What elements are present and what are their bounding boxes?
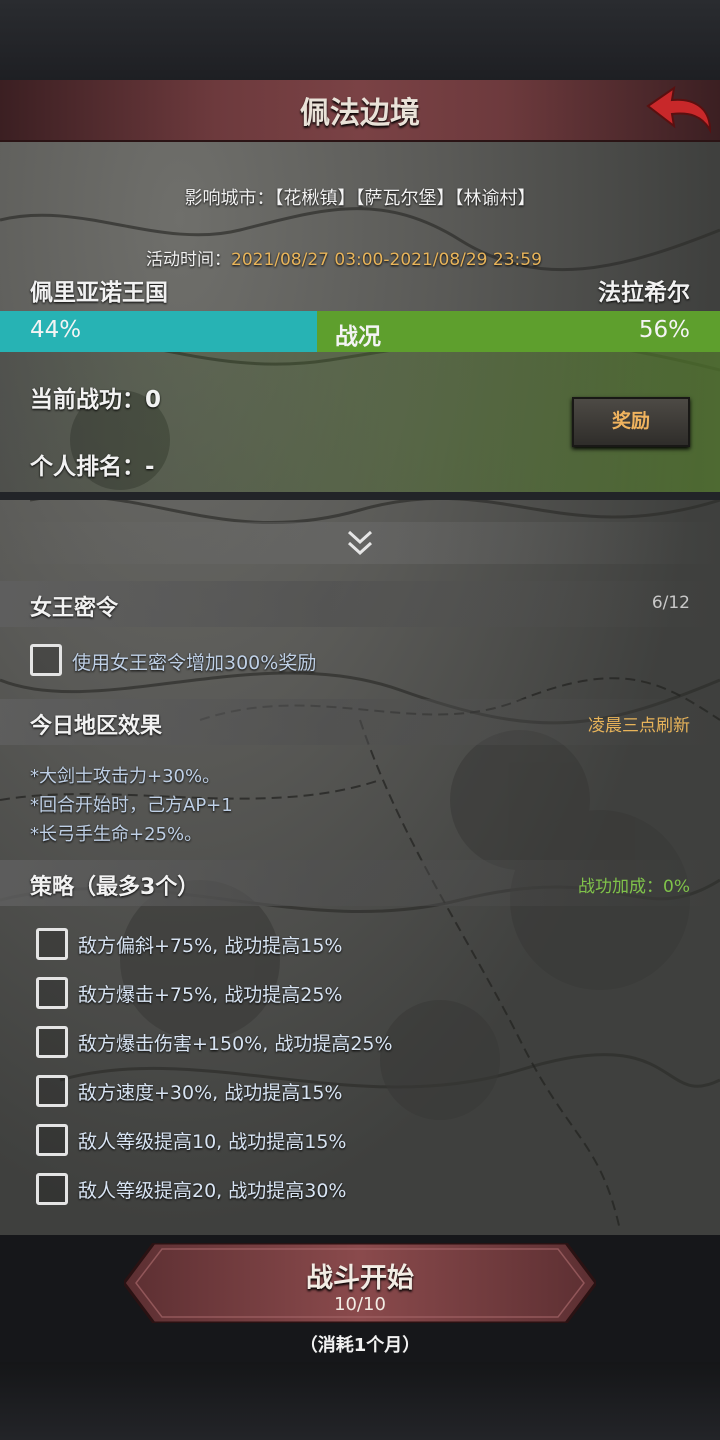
affected-cities: 影响城市：【花楸镇】【萨瓦尔堡】【林谕村】 (184, 188, 536, 209)
title-bar: 佩法边境 (0, 80, 720, 142)
battle-count: 10/10 (334, 1294, 386, 1315)
event-time-value: 2021/08/27 03:00-2021/08/29 23:59 (231, 250, 542, 270)
region-effect-item: *回合开始时，己方AP+1 (30, 795, 233, 816)
current-merit: 当前战功：0 (30, 387, 162, 413)
event-time: 活动时间：2021/08/27 03:00-2021/08/29 23:59 (146, 245, 542, 270)
war-status-label: 战况 (335, 324, 381, 350)
personal-rank: 个人排名：- (30, 454, 155, 480)
strategy-checkbox-3[interactable] (36, 1026, 68, 1058)
queen-order-count: 6/12 (651, 593, 690, 613)
faction-right-name: 法拉希尔 (598, 280, 690, 306)
queen-order-checkbox[interactable] (30, 644, 62, 676)
consume-note: （消耗1个月） (299, 1335, 421, 1356)
strategy-option-3: 敌方爆击伤害+150%, 战功提高25% (78, 1033, 393, 1055)
divider (0, 492, 720, 500)
expand-toggle[interactable] (0, 522, 720, 564)
back-arrow-icon (646, 85, 712, 134)
queen-order-header: 女王密令 6/12 (0, 581, 720, 627)
strategy-checkbox-2[interactable] (36, 977, 68, 1009)
queen-order-option: 使用女王密令增加300%奖励 (72, 652, 317, 674)
war-status-bar: 44% 战况 56% (0, 311, 720, 352)
region-effect-header: 今日地区效果 凌晨三点刷新 (0, 699, 720, 745)
strategy-title: 策略（最多3个） (30, 875, 200, 900)
page-title: 佩法边境 (300, 96, 420, 131)
battle-start-label: 战斗开始 (306, 1263, 414, 1294)
reward-button[interactable]: 奖励 (572, 397, 690, 447)
strategy-option-5: 敌人等级提高10, 战功提高15% (78, 1131, 347, 1153)
strategy-header: 策略（最多3个） 战功加成：0% (0, 860, 720, 906)
strategy-checkbox-1[interactable] (36, 928, 68, 960)
region-effect-title: 今日地区效果 (30, 714, 163, 739)
left-percent: 44% (30, 317, 82, 343)
refresh-note: 凌晨三点刷新 (588, 716, 690, 736)
event-time-label: 活动时间： (146, 250, 231, 270)
double-chevron-down-icon (347, 530, 373, 556)
strategy-option-1: 敌方偏斜+75%, 战功提高15% (78, 935, 343, 957)
merit-bonus: 战功加成：0% (578, 877, 690, 897)
strategy-option-2: 敌方爆击+75%, 战功提高25% (78, 984, 343, 1006)
strategy-option-6: 敌人等级提高20, 战功提高30% (78, 1180, 347, 1202)
top-strip (0, 0, 720, 80)
region-effect-list: *大剑士攻击力+30%。 *回合开始时，己方AP+1 *长弓手生命+25%。 (30, 762, 233, 849)
right-percent: 56% (638, 317, 690, 343)
strategy-option-4: 敌方速度+30%, 战功提高15% (78, 1082, 343, 1104)
strategy-checkbox-5[interactable] (36, 1124, 68, 1156)
bottom-strip (0, 1362, 720, 1440)
region-effect-item: *长弓手生命+25%。 (30, 824, 203, 845)
region-effect-item: *大剑士攻击力+30%。 (30, 766, 221, 787)
faction-left-name: 佩里亚诺王国 (30, 280, 168, 306)
queen-order-title: 女王密令 (30, 596, 119, 621)
strategy-checkbox-4[interactable] (36, 1075, 68, 1107)
back-button[interactable] (644, 84, 714, 136)
strategy-checkbox-6[interactable] (36, 1173, 68, 1205)
